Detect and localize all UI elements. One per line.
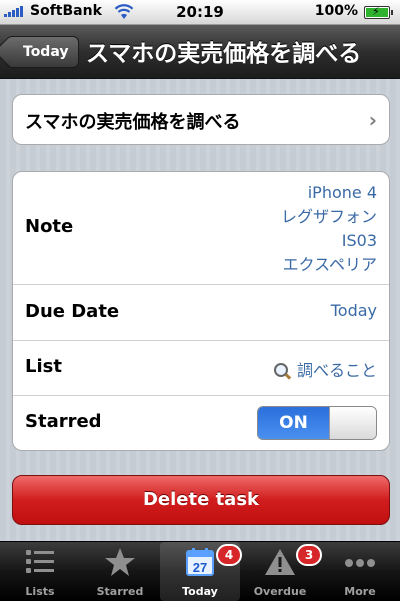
note-line: IS03 bbox=[341, 231, 377, 250]
search-icon bbox=[273, 363, 288, 377]
note-line: レグザフォン bbox=[280, 207, 377, 226]
battery-percent: 100% bbox=[314, 3, 358, 19]
task-title-cell[interactable]: スマホの実売価格を調べる › bbox=[12, 94, 390, 145]
tab-more[interactable]: More bbox=[320, 542, 400, 601]
tab-label: Today bbox=[182, 585, 218, 598]
battery-icon: ⚡ bbox=[364, 5, 393, 19]
star-icon bbox=[105, 548, 135, 576]
starred-row: Starred ON bbox=[13, 396, 389, 450]
warning-icon bbox=[265, 549, 295, 575]
task-details: Note iPhone 4 レグザフォン IS03 エクスペリア Due Dat… bbox=[12, 171, 390, 451]
list-value: 調べること bbox=[296, 361, 377, 380]
status-bar: SoftBank 20:19 100% ⚡ bbox=[0, 0, 400, 25]
note-line: エクスペリア bbox=[282, 255, 377, 274]
tab-label: Overdue bbox=[253, 585, 307, 598]
tab-overdue[interactable]: 3 Overdue bbox=[240, 542, 322, 601]
navigation-bar: Today スマホの実売価格を調べる bbox=[0, 25, 400, 79]
chevron-right-icon: › bbox=[368, 108, 377, 132]
due-date-row[interactable]: Due Date Today bbox=[13, 285, 389, 341]
list-value-wrapper: 調べること bbox=[273, 357, 377, 381]
task-title: スマホの実売価格を調べる bbox=[25, 112, 241, 133]
tab-label: More bbox=[344, 585, 376, 598]
due-date-value: Today bbox=[330, 301, 377, 320]
note-line: iPhone 4 bbox=[307, 183, 377, 202]
tab-lists[interactable]: Lists bbox=[0, 542, 80, 601]
toggle-on-label: ON bbox=[258, 407, 329, 439]
calendar-icon: 27 bbox=[186, 548, 214, 576]
tab-today[interactable]: 27 4 Today bbox=[160, 542, 242, 601]
starred-toggle[interactable]: ON bbox=[257, 406, 377, 440]
due-date-label: Due Date bbox=[25, 301, 120, 322]
list-row[interactable]: List 調べること bbox=[13, 341, 389, 396]
list-label: List bbox=[25, 356, 62, 377]
tab-starred[interactable]: Starred bbox=[80, 542, 160, 601]
today-badge: 4 bbox=[216, 544, 242, 566]
tab-label: Starred bbox=[96, 585, 144, 598]
list-icon bbox=[26, 550, 54, 573]
tab-bar: Lists Starred 27 4 Today 3 Overdue More bbox=[0, 541, 400, 601]
note-row[interactable]: Note iPhone 4 レグザフォン IS03 エクスペリア bbox=[13, 172, 389, 285]
more-icon bbox=[345, 559, 375, 567]
toggle-knob bbox=[329, 407, 376, 439]
calendar-day: 27 bbox=[193, 560, 207, 575]
starred-label: Starred bbox=[25, 411, 102, 432]
back-button-label: Today bbox=[23, 44, 69, 60]
note-value: iPhone 4 レグザフォン IS03 エクスペリア bbox=[281, 181, 377, 277]
overdue-badge: 3 bbox=[296, 544, 322, 566]
note-label: Note bbox=[25, 216, 74, 237]
delete-task-button[interactable]: Delete task bbox=[12, 475, 390, 525]
page-title: スマホの実売価格を調べる bbox=[86, 41, 362, 67]
back-button[interactable]: Today bbox=[6, 36, 80, 68]
tab-label: Lists bbox=[25, 585, 55, 598]
